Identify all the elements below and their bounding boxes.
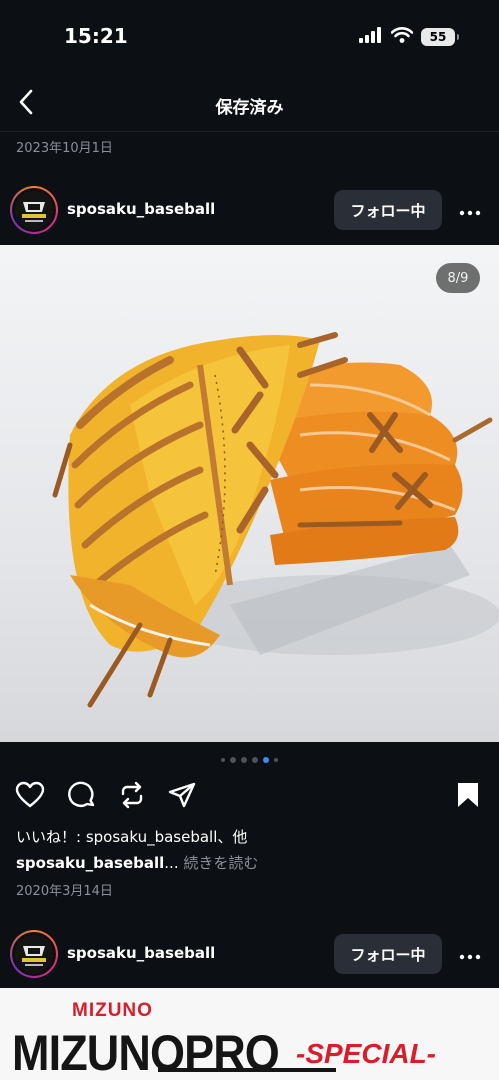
more-icon	[459, 945, 481, 964]
avatar[interactable]	[10, 186, 58, 234]
carousel-dot	[252, 757, 258, 763]
avatar-image	[12, 932, 56, 976]
status-time: 15:21	[64, 24, 128, 48]
carousel-dot	[230, 757, 236, 763]
save-button[interactable]	[452, 781, 484, 813]
post-image[interactable]: MIZUNO MIZUNOPRO -SPECIAL-	[0, 988, 499, 1080]
avatar[interactable]	[10, 930, 58, 978]
like-button[interactable]	[14, 781, 46, 813]
caption-ellipsis: ...	[164, 854, 179, 872]
heart-icon	[15, 781, 45, 813]
brand-text-special: -SPECIAL-	[296, 1038, 436, 1069]
follow-button[interactable]: フォロー中	[334, 934, 442, 974]
signal-icon	[359, 27, 383, 47]
repost-icon	[118, 781, 146, 813]
caption-username[interactable]: sposaku_baseball	[16, 854, 164, 872]
comment-icon	[68, 781, 96, 813]
brand-underline	[158, 1068, 336, 1072]
status-icons: 55	[359, 27, 459, 47]
image-counter: 8/9	[436, 263, 480, 293]
top-nav: 保存済み	[0, 76, 499, 132]
wifi-icon	[390, 27, 414, 47]
status-bar: 15:21 55	[0, 0, 499, 76]
carousel-indicator	[0, 757, 499, 763]
avatar-image	[12, 188, 56, 232]
username[interactable]: sposaku_baseball	[67, 200, 215, 218]
carousel-dot-active	[263, 757, 269, 763]
page-title: 保存済み	[215, 98, 284, 118]
caption: sposaku_baseball... 続きを読む	[16, 852, 258, 873]
username[interactable]: sposaku_baseball	[67, 944, 215, 962]
more-icon	[459, 201, 481, 220]
comment-button[interactable]	[66, 781, 98, 813]
bookmark-icon	[456, 781, 480, 813]
more-options-button[interactable]	[452, 936, 488, 972]
share-button[interactable]	[166, 781, 198, 813]
post-date: 2020年3月14日	[16, 884, 113, 899]
carousel-dot	[221, 758, 225, 762]
post-actions	[0, 775, 499, 819]
post-header: sposaku_baseball フォロー中	[0, 924, 499, 986]
post-header: sposaku_baseball フォロー中	[0, 180, 499, 242]
carousel-dot	[241, 757, 247, 763]
read-more-link[interactable]: 続きを読む	[183, 854, 258, 872]
follow-button[interactable]: フォロー中	[334, 190, 442, 230]
repost-button[interactable]	[116, 781, 148, 813]
more-options-button[interactable]	[452, 192, 488, 228]
carousel-dot	[274, 758, 278, 762]
post-image[interactable]: 8/9	[0, 245, 499, 742]
battery-indicator: 55	[421, 28, 459, 46]
share-icon	[168, 781, 196, 813]
likes-text[interactable]: いいね！: sposaku_baseball、他	[16, 826, 247, 847]
brand-text-small: MIZUNO	[72, 1000, 153, 1021]
saved-date: 2023年10月1日	[16, 141, 113, 156]
glove-photo	[0, 245, 499, 742]
